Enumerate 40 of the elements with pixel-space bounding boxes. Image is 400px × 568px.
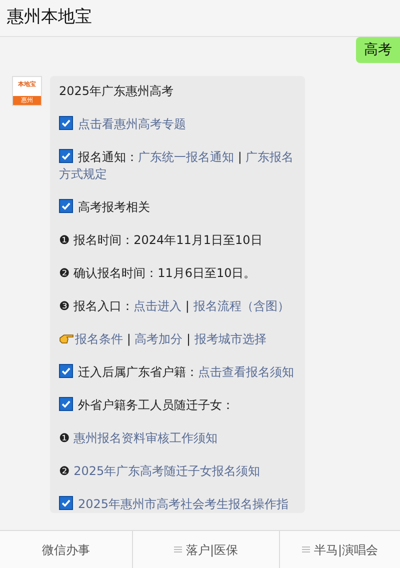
pointing-hand-icon <box>59 333 74 344</box>
message-text: 报名通知： <box>78 150 138 164</box>
menu-button[interactable]: 半马|演唱会 <box>279 531 400 568</box>
link[interactable]: 报名条件 <box>75 332 123 346</box>
message-text: ❶ 报名时间：2024年11月1日至10日 <box>59 233 262 247</box>
message-text: | <box>236 150 243 164</box>
link[interactable]: 惠州报名资料审核工作须知 <box>74 431 218 445</box>
link[interactable]: 2025年惠州市高考社会考生报名操作指 <box>78 497 289 511</box>
link[interactable]: 点击看惠州高考专题 <box>78 117 186 131</box>
link[interactable]: 广东报名 <box>246 150 294 164</box>
chat-title: 惠州本地宝 <box>7 6 92 30</box>
link[interactable]: 点击查看报名须 <box>198 365 282 379</box>
message-text: 高考报考相关 <box>78 200 150 214</box>
link[interactable]: 2025年广东高考随迁子女报名须知 <box>74 464 260 478</box>
message-text: ❸ 报名入口： <box>59 299 134 313</box>
message-text: 迁入后属广东省户籍： <box>78 365 198 379</box>
link[interactable]: 方式规定 <box>59 167 107 181</box>
message-text: 2025年广东惠州高考 <box>59 84 174 98</box>
link[interactable]: 点击进入 <box>134 299 182 313</box>
message-text: ❷ 确认报名时间：11月6日至10日。 <box>59 266 256 280</box>
link[interactable]: 知 <box>282 365 294 379</box>
checkbox-icon <box>59 149 73 163</box>
menu-button[interactable]: 微信办事 <box>0 531 132 568</box>
message-text: ❶ <box>59 431 71 445</box>
checkbox-icon <box>59 397 73 411</box>
menu-button[interactable]: 落户|医保 <box>132 531 279 568</box>
link[interactable]: 报考城市选择 <box>194 332 266 346</box>
link[interactable]: 高考加分 <box>134 332 183 346</box>
message-text: ❷ <box>59 464 71 478</box>
message-text: | <box>184 299 190 313</box>
message-text: 外省户籍务工人员随迁子女： <box>78 398 234 412</box>
message-text: | <box>126 332 132 346</box>
message-text: | <box>185 332 192 346</box>
checkbox-icon <box>59 364 73 378</box>
link[interactable]: 广东统一报名通知 <box>138 150 234 164</box>
checkbox-icon <box>59 116 73 130</box>
checkbox-icon <box>59 496 73 510</box>
link[interactable]: 报名流程（含图） <box>193 299 290 313</box>
sent-bubble: 高考 <box>356 37 400 63</box>
checkbox-icon <box>59 199 73 213</box>
